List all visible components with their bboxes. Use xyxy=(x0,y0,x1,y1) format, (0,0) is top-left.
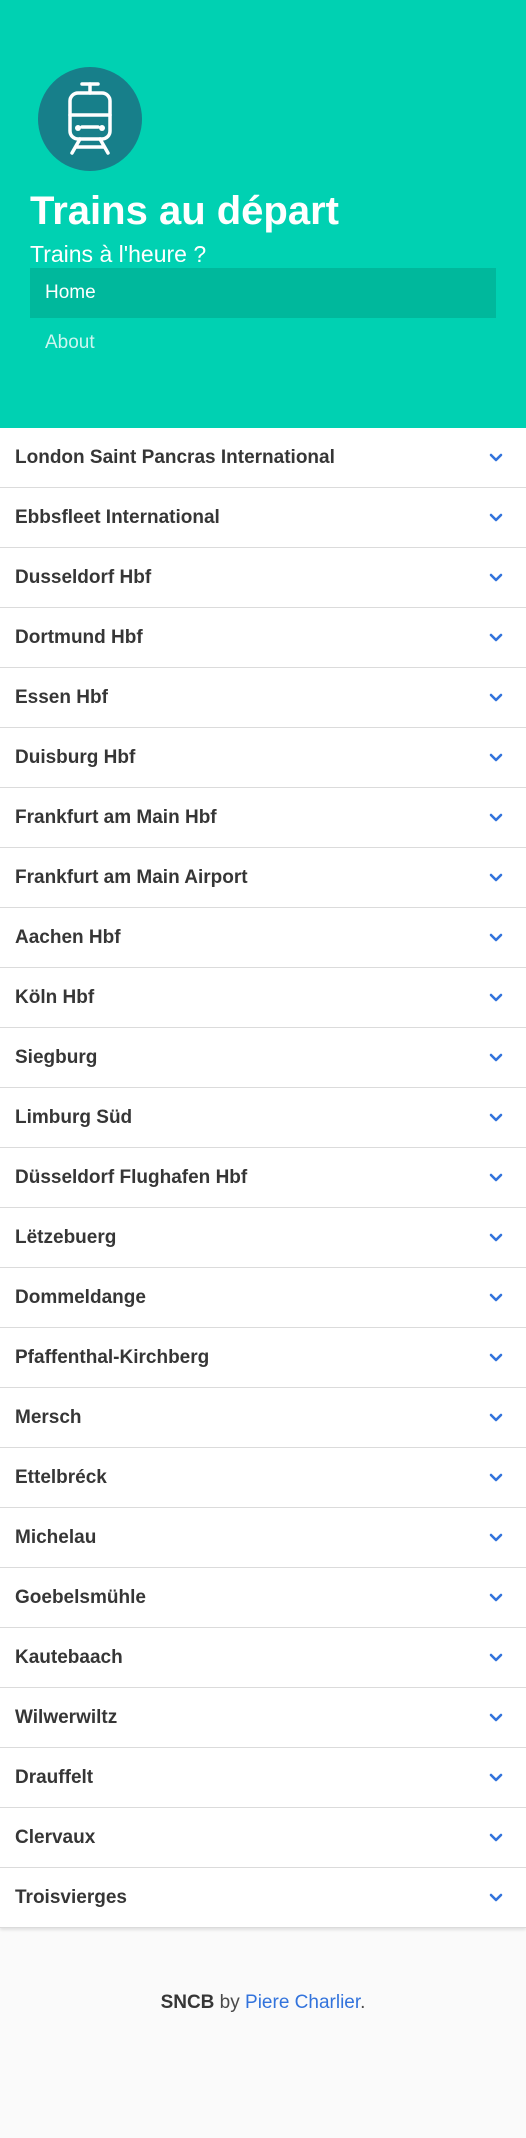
station-name: Düsseldorf Flughafen Hbf xyxy=(15,1166,248,1188)
station-row[interactable]: Siegburg xyxy=(0,1028,526,1088)
chevron-down-icon[interactable] xyxy=(488,630,504,646)
chevron-down-icon[interactable] xyxy=(488,810,504,826)
chevron-down-icon[interactable] xyxy=(488,1710,504,1726)
station-name: Pfaffenthal-Kirchberg xyxy=(15,1346,210,1368)
station-row[interactable]: Drauffelt xyxy=(0,1748,526,1808)
station-row[interactable]: Mersch xyxy=(0,1388,526,1448)
chevron-down-icon[interactable] xyxy=(488,930,504,946)
chevron-down-icon[interactable] xyxy=(488,1470,504,1486)
station-list: London Saint Pancras International Ebbsfl… xyxy=(0,428,526,1928)
chevron-down-icon[interactable] xyxy=(488,1170,504,1186)
station-row[interactable]: Ebbsfleet International xyxy=(0,488,526,548)
footer-end: . xyxy=(360,1992,366,2013)
station-name: Wilwerwiltz xyxy=(15,1706,118,1728)
station-name: Clervaux xyxy=(15,1826,96,1848)
station-row[interactable]: Frankfurt am Main Airport xyxy=(0,848,526,908)
station-row[interactable]: Frankfurt am Main Hbf xyxy=(0,788,526,848)
chevron-down-icon[interactable] xyxy=(488,1590,504,1606)
chevron-down-icon[interactable] xyxy=(488,1650,504,1666)
station-row[interactable]: Essen Hbf xyxy=(0,668,526,728)
station-name: Troisvierges xyxy=(15,1886,127,1908)
chevron-down-icon[interactable] xyxy=(488,690,504,706)
station-row[interactable]: Dortmund Hbf xyxy=(0,608,526,668)
station-name: Dusseldorf Hbf xyxy=(15,566,152,588)
chevron-down-icon[interactable] xyxy=(488,870,504,886)
chevron-down-icon[interactable] xyxy=(488,1410,504,1426)
chevron-down-icon[interactable] xyxy=(488,1110,504,1126)
main-nav: Home About xyxy=(30,268,496,368)
station-name: Frankfurt am Main Airport xyxy=(15,866,248,888)
station-row[interactable]: Ettelbréck xyxy=(0,1448,526,1508)
station-row[interactable]: Dommeldange xyxy=(0,1268,526,1328)
train-icon xyxy=(68,82,112,155)
station-row[interactable]: Michelau xyxy=(0,1508,526,1568)
station-name: Duisburg Hbf xyxy=(15,746,136,768)
train-logo xyxy=(38,67,142,171)
station-name: Siegburg xyxy=(15,1046,98,1068)
station-name: Ebbsfleet International xyxy=(15,506,220,528)
chevron-down-icon[interactable] xyxy=(488,990,504,1006)
station-name: Ettelbréck xyxy=(15,1466,107,1488)
station-row[interactable]: Goebelsmühle xyxy=(0,1568,526,1628)
station-name: Mersch xyxy=(15,1406,82,1428)
chevron-down-icon[interactable] xyxy=(488,570,504,586)
footer: SNCB by Piere Charlier. xyxy=(0,1928,526,2138)
station-name: Kautebaach xyxy=(15,1646,123,1668)
hero-banner: Trains au départ Trains à l'heure ? Home… xyxy=(0,0,526,428)
station-row[interactable]: Dusseldorf Hbf xyxy=(0,548,526,608)
chevron-down-icon[interactable] xyxy=(488,750,504,766)
station-row[interactable]: Kautebaach xyxy=(0,1628,526,1688)
chevron-down-icon[interactable] xyxy=(488,1230,504,1246)
station-row[interactable]: Duisburg Hbf xyxy=(0,728,526,788)
station-row[interactable]: Düsseldorf Flughafen Hbf xyxy=(0,1148,526,1208)
station-row[interactable]: Limburg Süd xyxy=(0,1088,526,1148)
station-name: Köln Hbf xyxy=(15,986,95,1008)
station-row[interactable]: Aachen Hbf xyxy=(0,908,526,968)
station-row[interactable]: Köln Hbf xyxy=(0,968,526,1028)
station-name: Lëtzebuerg xyxy=(15,1226,117,1248)
page-subtitle: Trains à l'heure ? xyxy=(30,241,207,267)
page-title: Trains au départ xyxy=(30,189,339,233)
station-row[interactable]: London Saint Pancras International xyxy=(0,428,526,488)
footer-author-link[interactable]: Piere Charlier xyxy=(245,1992,360,2013)
chevron-down-icon[interactable] xyxy=(488,1770,504,1786)
footer-by: by xyxy=(214,1992,246,2013)
station-name: Dommeldange xyxy=(15,1286,146,1308)
station-name: Frankfurt am Main Hbf xyxy=(15,806,217,828)
station-name: Michelau xyxy=(15,1526,97,1548)
station-row[interactable]: Lëtzebuerg xyxy=(0,1208,526,1268)
station-name: Dortmund Hbf xyxy=(15,626,143,648)
chevron-down-icon[interactable] xyxy=(488,1830,504,1846)
chevron-down-icon[interactable] xyxy=(488,1530,504,1546)
station-row[interactable]: Troisvierges xyxy=(0,1868,526,1928)
station-name: Limburg Süd xyxy=(15,1106,133,1128)
station-row[interactable]: Pfaffenthal-Kirchberg xyxy=(0,1328,526,1388)
chevron-down-icon[interactable] xyxy=(488,1050,504,1066)
chevron-down-icon[interactable] xyxy=(488,1350,504,1366)
station-name: Aachen Hbf xyxy=(15,926,121,948)
chevron-down-icon[interactable] xyxy=(488,510,504,526)
station-row[interactable]: Clervaux xyxy=(0,1808,526,1868)
footer-brand: SNCB xyxy=(160,1992,215,2013)
station-row[interactable]: Wilwerwiltz xyxy=(0,1688,526,1748)
station-name: Drauffelt xyxy=(15,1766,94,1788)
nav-item-home[interactable]: Home xyxy=(30,268,496,318)
nav-item-about[interactable]: About xyxy=(30,318,496,368)
station-name: Goebelsmühle xyxy=(15,1586,146,1608)
station-name: London Saint Pancras International xyxy=(15,446,335,468)
chevron-down-icon[interactable] xyxy=(488,1290,504,1306)
chevron-down-icon[interactable] xyxy=(488,1890,504,1906)
chevron-down-icon[interactable] xyxy=(488,450,504,466)
station-name: Essen Hbf xyxy=(15,686,108,708)
